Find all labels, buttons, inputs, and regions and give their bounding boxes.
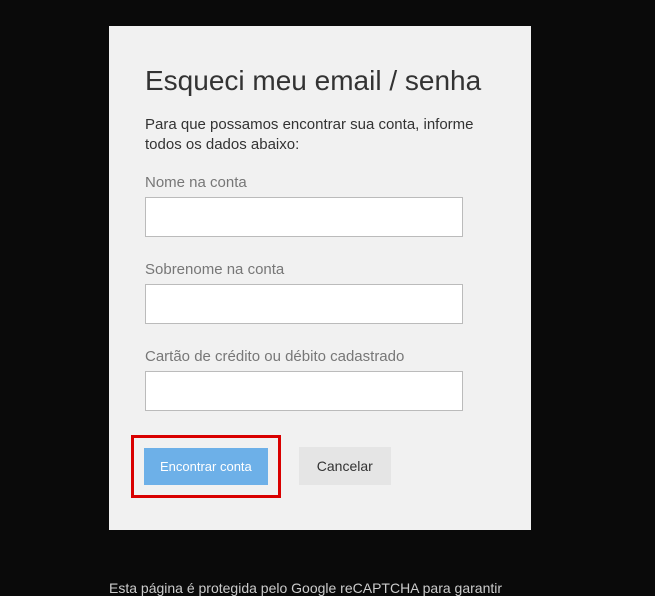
forgot-credentials-card: Esqueci meu email / senha Para que possa… — [109, 26, 531, 530]
cancel-button[interactable]: Cancelar — [299, 447, 391, 485]
page-title: Esqueci meu email / senha — [145, 64, 495, 97]
buttons-row: Encontrar conta Cancelar — [145, 435, 495, 498]
first-name-group: Nome na conta — [145, 174, 495, 237]
highlight-annotation: Encontrar conta — [131, 435, 281, 498]
first-name-label: Nome na conta — [145, 174, 495, 191]
card-number-input[interactable] — [145, 371, 463, 411]
first-name-input[interactable] — [145, 197, 463, 237]
last-name-label: Sobrenome na conta — [145, 261, 495, 278]
card-number-group: Cartão de crédito ou débito cadastrado — [145, 348, 495, 411]
recaptcha-notice: Esta página é protegida pelo Google reCA… — [109, 580, 531, 596]
page-description: Para que possamos encontrar sua conta, i… — [145, 115, 495, 156]
find-account-button[interactable]: Encontrar conta — [144, 448, 268, 485]
card-number-label: Cartão de crédito ou débito cadastrado — [145, 348, 495, 365]
last-name-input[interactable] — [145, 284, 463, 324]
last-name-group: Sobrenome na conta — [145, 261, 495, 324]
